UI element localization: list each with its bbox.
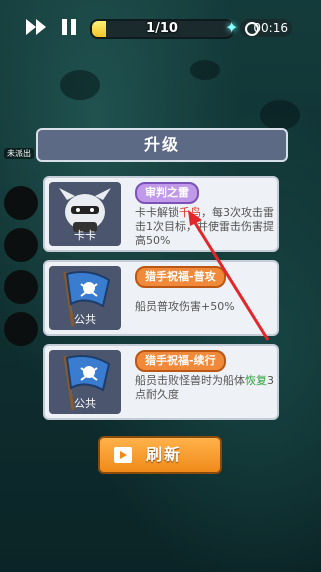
upgrade-card-2[interactable]: 公共 猎手祝福-普攻 船员普攻伤害+50% — [43, 260, 279, 336]
top-hud: 1/10 ✦ 00:16 — [0, 14, 321, 42]
side-slot[interactable] — [4, 228, 38, 262]
card-description: 船员击败怪兽时为船体恢复3点耐久度 — [135, 374, 277, 402]
desc-text: 卡卡解锁 — [135, 206, 179, 219]
timer: 00:16 — [240, 19, 292, 37]
upgrade-panel-title: 升级 — [36, 128, 288, 162]
character-portrait: 卡卡 — [49, 182, 121, 246]
desc-text: 船员击败怪兽时为船体 — [135, 374, 245, 387]
card-title: 猎手祝福-续行 — [135, 350, 226, 372]
video-ad-icon — [114, 447, 132, 463]
side-status-label: 未派出 — [4, 148, 34, 159]
card-owner-label: 公共 — [74, 313, 96, 326]
wave-progress-bar: 1/10 — [90, 19, 234, 39]
card-owner-label: 公共 — [74, 397, 96, 410]
card-owner-label: 卡卡 — [74, 229, 96, 242]
refresh-label: 刷新 — [146, 445, 183, 464]
card-description: 卡卡解锁千鸟，每3次攻击雷击1次目标，并使雷击伤害提高50% — [135, 206, 277, 248]
wave-progress-text: 1/10 — [146, 21, 178, 36]
side-slot[interactable] — [4, 312, 38, 346]
clock-icon — [245, 22, 259, 36]
fast-forward-icon[interactable] — [26, 18, 48, 36]
card-title: 猎手祝福-普攻 — [135, 266, 226, 288]
upgrade-card-3[interactable]: 公共 猎手祝福-续行 船员击败怪兽时为船体恢复3点耐久度 — [43, 344, 279, 420]
card-description: 船员普攻伤害+50% — [135, 300, 235, 313]
upgrade-card-1[interactable]: 卡卡 审判之雷 卡卡解锁千鸟，每3次攻击雷击1次目标，并使雷击伤害提高50% — [43, 176, 279, 252]
flag-portrait: 公共 — [49, 350, 121, 414]
side-slot[interactable] — [4, 270, 38, 304]
pause-icon[interactable] — [60, 18, 78, 36]
card-title: 审判之雷 — [135, 182, 199, 204]
flag-portrait: 公共 — [49, 266, 121, 330]
side-slot[interactable] — [4, 186, 38, 220]
desc-highlight: 千鸟 — [179, 206, 201, 219]
refresh-button[interactable]: 刷新 — [98, 436, 222, 474]
desc-highlight: 恢复 — [245, 374, 267, 387]
sparkle-icon: ✦ — [225, 18, 239, 37]
